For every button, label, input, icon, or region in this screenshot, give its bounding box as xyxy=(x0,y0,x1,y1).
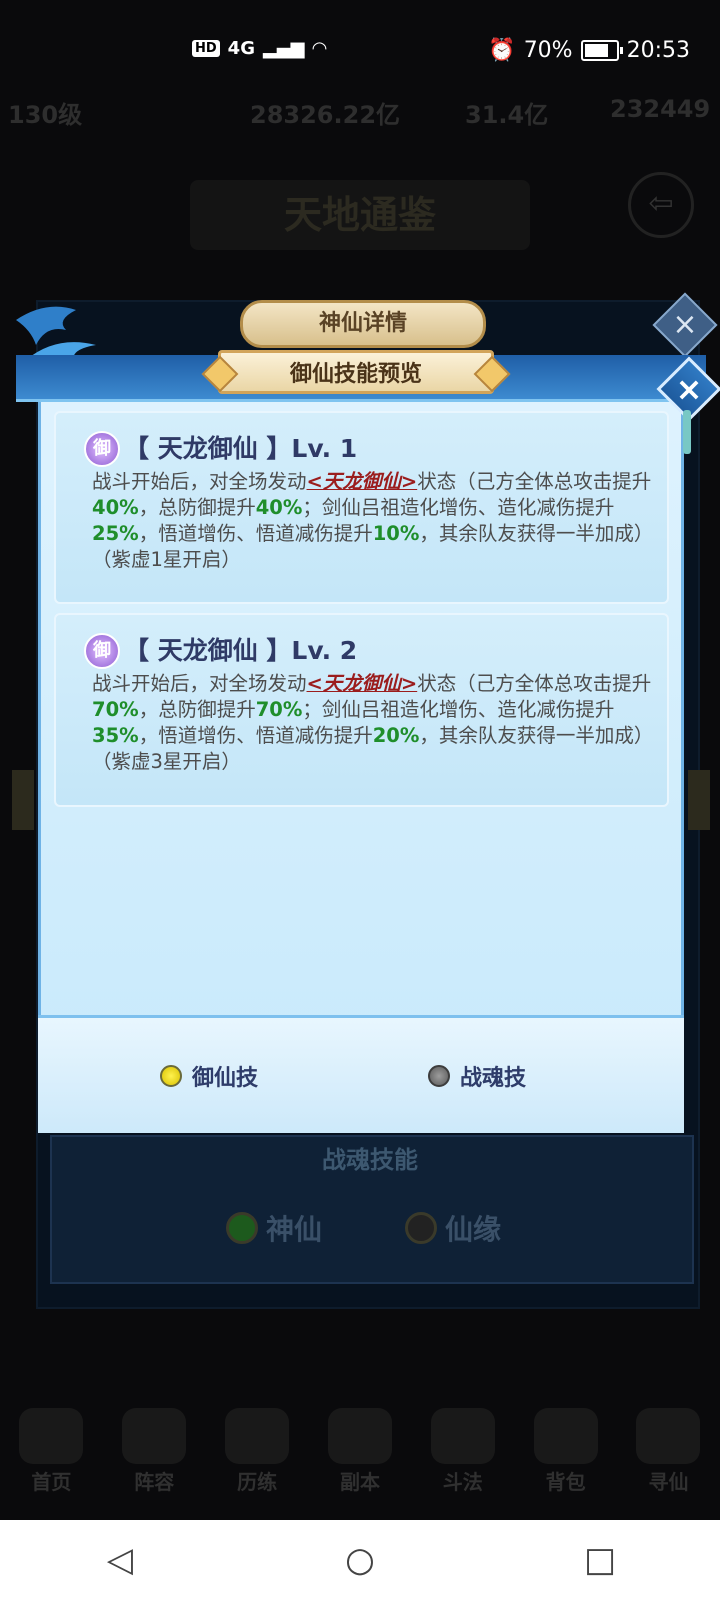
battery-icon xyxy=(580,40,623,61)
underlying-option-label: 神仙 xyxy=(266,1213,323,1246)
state-link[interactable]: <天龙御仙> xyxy=(307,470,418,493)
background-title: 天地通鉴 xyxy=(190,180,530,250)
nav-item-lineup[interactable]: 阵容 xyxy=(109,1408,199,1495)
skill-title: 【 天龙御仙 】Lv. 1 xyxy=(124,434,358,463)
radio-selected-icon xyxy=(160,1065,182,1087)
state-link[interactable]: <天龙御仙> xyxy=(307,672,418,695)
bag-icon xyxy=(533,1408,598,1464)
battery-percent: 70% xyxy=(523,38,573,63)
nav-item-bag[interactable]: 背包 xyxy=(521,1408,611,1495)
alarm-icon: ⏰ xyxy=(488,38,516,63)
status-right: ⏰ 70% 20:53 xyxy=(488,38,690,63)
left-arrow-icon[interactable] xyxy=(12,770,34,830)
skill-description: 战斗开始后，对全场发动<天龙御仙>状态（己方全体总攻击提升40%，总防御提升40… xyxy=(92,470,652,571)
tab-zhanhunji[interactable]: 战魂技 xyxy=(428,1060,526,1092)
skill-badge-icon: 御 xyxy=(84,431,120,467)
tassel-decoration xyxy=(683,410,691,454)
underlying-option-xianyuan[interactable]: 仙缘 xyxy=(405,1208,501,1248)
skill-description: 战斗开始后，对全场发动<天龙御仙>状态（己方全体总攻击提升70%，总防御提升70… xyxy=(92,672,652,773)
skill-title-row: 御 【 天龙御仙 】Lv. 2 xyxy=(84,633,357,669)
skill-card: 御 【 天龙御仙 】Lv. 1 战斗开始后，对全场发动<天龙御仙>状态（己方全体… xyxy=(54,411,669,604)
nav-item-home[interactable]: 首页 xyxy=(6,1408,96,1495)
wifi-icon: ◠ xyxy=(312,38,327,59)
dungeon-icon xyxy=(327,1408,392,1464)
nav-item-training[interactable]: 历练 xyxy=(212,1408,302,1495)
nav-item-seek[interactable]: 寻仙 xyxy=(623,1408,713,1495)
dialog-footer xyxy=(38,1015,684,1133)
signal-bars-icon: ▂▄▆ xyxy=(262,38,305,59)
seek-icon xyxy=(636,1408,701,1464)
stat-gem: 31.4亿 xyxy=(465,101,549,129)
recents-icon[interactable]: □ xyxy=(570,1530,630,1590)
system-nav-bar: ◁ ○ □ xyxy=(0,1520,720,1600)
underlying-section-title: 战魂技能 xyxy=(322,1146,418,1174)
stat-gold: 28326.22亿 xyxy=(250,101,401,129)
duel-icon xyxy=(430,1408,495,1464)
tab-label: 战魂技 xyxy=(460,1066,527,1091)
home-icon[interactable]: ○ xyxy=(330,1530,390,1590)
radio-icon xyxy=(405,1212,437,1244)
dialog-title: 御仙技能预览 xyxy=(218,350,494,394)
underlying-option-label: 仙缘 xyxy=(445,1213,502,1246)
close-icon: × xyxy=(672,307,698,342)
underlying-option-shenxian[interactable]: 神仙 xyxy=(226,1208,322,1248)
nav-item-duel[interactable]: 斗法 xyxy=(418,1408,508,1495)
home-icon xyxy=(19,1408,84,1464)
clock: 20:53 xyxy=(626,38,690,63)
back-arrow-icon[interactable]: ⇦ xyxy=(628,172,694,238)
hd-icon: HD xyxy=(192,40,220,57)
underlying-panel-header: 神仙详情 xyxy=(240,300,486,348)
radio-unselected-icon xyxy=(428,1065,450,1087)
right-arrow-icon[interactable] xyxy=(688,770,710,830)
signal-icon: 4G xyxy=(227,38,255,59)
training-icon xyxy=(225,1408,290,1464)
skill-badge-icon: 御 xyxy=(84,633,120,669)
stat-coin: 232449 xyxy=(610,95,711,123)
game-bottom-nav: 首页 阵容 历练 副本 斗法 背包 寻仙 xyxy=(0,1395,720,1495)
close-icon: × xyxy=(675,370,703,408)
radio-icon xyxy=(226,1212,258,1244)
back-icon[interactable]: ◁ xyxy=(90,1530,150,1590)
tab-yuxianji[interactable]: 御仙技 xyxy=(160,1060,258,1092)
skill-title-row: 御 【 天龙御仙 】Lv. 1 xyxy=(84,431,357,467)
skill-title: 【 天龙御仙 】Lv. 2 xyxy=(124,636,358,665)
lineup-icon xyxy=(122,1408,187,1464)
skill-card: 御 【 天龙御仙 】Lv. 2 战斗开始后，对全场发动<天龙御仙>状态（己方全体… xyxy=(54,613,669,807)
nav-item-dungeon[interactable]: 副本 xyxy=(315,1408,405,1495)
status-bar: HD 4G ▂▄▆ ◠ ⏰ 70% 20:53 xyxy=(0,0,720,100)
player-level: 130级 xyxy=(8,101,83,129)
tab-label: 御仙技 xyxy=(192,1066,259,1091)
network-indicators: HD 4G ▂▄▆ ◠ xyxy=(192,38,326,59)
